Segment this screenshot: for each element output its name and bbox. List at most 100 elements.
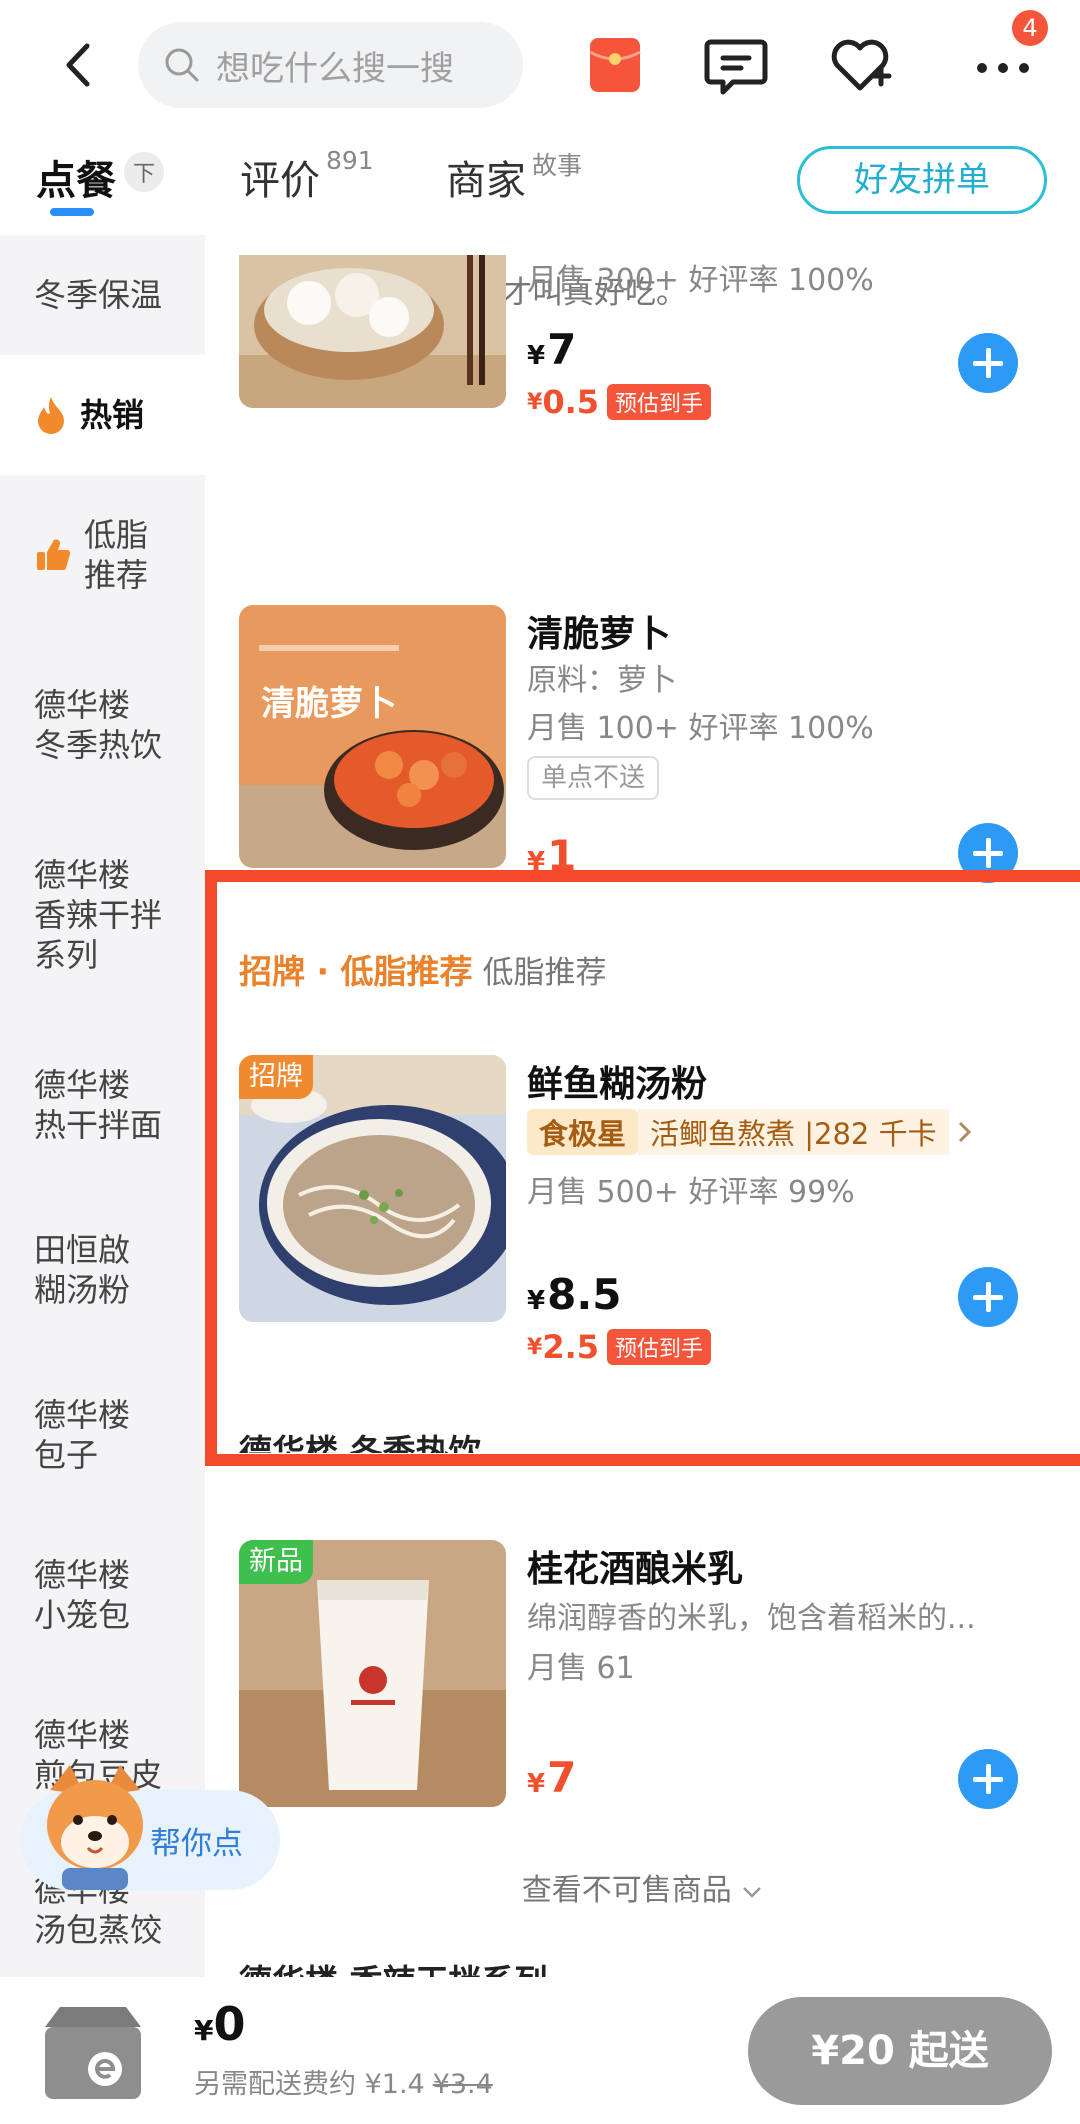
product-name: 鲜鱼糊汤粉	[527, 1064, 708, 1105]
tab-active-indicator	[50, 208, 94, 216]
delivery-fee-text: 另需配送费约 ¥1.4	[194, 2069, 425, 2100]
product-sales: 月售 300+ 好评率 100%	[527, 263, 874, 298]
red-packet-icon[interactable]	[582, 32, 648, 98]
category-sidebar: 冬季保温 热销 低脂推荐 德华楼 冬季热饮 德华楼 香辣干拌 系列 德华楼 热干…	[0, 235, 205, 1977]
shiba-mascot-icon	[47, 1765, 143, 1890]
search-placeholder: 想吃什么搜一搜	[216, 48, 454, 89]
sidebar-item-line: 热干拌面	[34, 1106, 163, 1144]
sidebar-item-line: 包子	[34, 1436, 99, 1474]
tab-order-label: 点餐	[36, 158, 116, 204]
sidebar-item-line: 德华楼	[34, 1396, 131, 1434]
sidebar-item-line: 田恒啟	[34, 1231, 131, 1269]
sidebar-item-line: 德华楼	[34, 1066, 131, 1104]
sidebar-item-hot[interactable]: 热销	[0, 355, 205, 475]
favorite-heart-icon[interactable]	[827, 32, 893, 98]
cart-box-icon[interactable]	[35, 1997, 151, 2107]
section-title: 招牌 · 低脂推荐	[239, 952, 473, 991]
product-image-radish[interactable]: 清脆萝卜	[239, 605, 506, 868]
section-desc: 低脂推荐	[482, 955, 607, 991]
sidebar-item-line: 小笼包	[34, 1596, 131, 1634]
notification-badge: 4	[1012, 10, 1048, 46]
sidebar-item-dehualou-spicy[interactable]: 德华楼 香辣干拌 系列	[0, 855, 205, 975]
food-star-text: 活鲫鱼熬煮 |282 千卡	[638, 1109, 949, 1155]
product-price-value: 8.5	[547, 1270, 622, 1319]
food-star-row[interactable]: 食极星 活鲫鱼熬煮 |282 千卡	[527, 1109, 975, 1155]
add-to-cart-button[interactable]	[958, 333, 1018, 393]
menu-content: 热销大家喜欢吃，才叫真好吃。 月售 300+ 好评率 100% ¥7 ¥0.5 …	[205, 235, 1080, 1977]
product-sales: 月售 500+ 好评率 99%	[527, 1175, 855, 1210]
sort-chip[interactable]: 下	[124, 152, 164, 192]
tab-reviews-label: 评价	[240, 158, 320, 204]
product-price-value: 7	[547, 1753, 577, 1802]
view-unavailable-label: 查看不可售商品	[521, 1873, 732, 1908]
sidebar-item-dehualou-winter-drinks[interactable]: 德华楼 冬季热饮	[0, 685, 205, 765]
sidebar-item-winter-warm[interactable]: 冬季保温	[0, 275, 205, 315]
product-price: ¥1	[527, 831, 577, 880]
back-arrow-icon[interactable]	[55, 40, 105, 90]
sidebar-item-lowfat[interactable]: 低脂推荐	[0, 515, 205, 595]
cart-total-value: 0	[213, 1997, 246, 2051]
section-spicy-header: 德华楼 香辣干拌系列	[239, 1955, 548, 1977]
sidebar-item-tianhengqi[interactable]: 田恒啟 糊汤粉	[0, 1230, 205, 1310]
sidebar-item-dehualou-noodles[interactable]: 德华楼 热干拌面	[0, 1065, 205, 1145]
delivery-fee: 另需配送费约 ¥1.4 ¥3.4	[194, 2062, 493, 2101]
estimated-tag: 预估到手	[607, 384, 712, 420]
product-desc: 绵润醇香的米乳，饱含着稻米的...	[527, 1601, 976, 1636]
min-order-button[interactable]: ¥20 起送	[748, 1997, 1052, 2105]
search-icon	[165, 48, 199, 82]
product-estimated-price: ¥0.5 预估到手	[527, 383, 712, 421]
product-sales: 月售 61	[527, 1651, 635, 1686]
tab-merchant-label: 商家	[446, 158, 526, 204]
cart-bar: ¥0 另需配送费约 ¥1.4 ¥3.4 ¥20 起送	[0, 1977, 1080, 2124]
sidebar-item-label: 热销	[80, 396, 145, 434]
product-name: 桂花酒酿米乳	[527, 1549, 744, 1590]
sidebar-item-line: 香辣干拌	[34, 896, 163, 934]
product-sales: 月售 100+ 好评率 100%	[527, 711, 874, 746]
radish-image-caption: 清脆萝卜	[261, 684, 397, 724]
section-title: 德华楼 香辣干拌系列	[239, 1962, 548, 1977]
food-star-chip: 食极星	[527, 1109, 639, 1155]
fire-icon	[38, 397, 64, 434]
message-icon[interactable]	[703, 32, 769, 98]
estimated-tag: 预估到手	[607, 1329, 712, 1365]
product-name: 清脆萝卜	[527, 614, 672, 655]
product-ingredient: 原料：萝卜	[527, 663, 677, 698]
top-bar: 想吃什么搜一搜 4	[0, 0, 1080, 130]
add-to-cart-button[interactable]	[958, 1749, 1018, 1809]
sidebar-item-dehualou-buns[interactable]: 德华楼 包子	[0, 1395, 205, 1475]
tab-order[interactable]: 点餐 下	[36, 148, 164, 206]
sidebar-item-line: 德华楼	[34, 686, 131, 724]
product-price-value: 7	[547, 325, 577, 374]
thumbs-up-icon	[37, 539, 71, 571]
sidebar-item-line: 德华楼	[34, 1716, 131, 1754]
tab-reviews[interactable]: 评价 891	[240, 146, 374, 206]
sidebar-item-line: 糊汤粉	[34, 1271, 131, 1309]
new-label: 新品	[239, 1540, 313, 1584]
product-price: ¥7	[527, 1753, 577, 1802]
single-no-delivery-tag: 单点不送	[527, 756, 660, 800]
product-price: ¥7	[527, 325, 577, 374]
section-title: 德华楼 冬季热饮	[239, 1432, 482, 1453]
product-price-value: 1	[547, 831, 577, 880]
friend-group-order-button[interactable]: 好友拼单	[797, 146, 1047, 214]
add-to-cart-button[interactable]	[958, 823, 1018, 883]
sidebar-item-label: 冬季保温	[34, 276, 163, 314]
sidebar-item-dehualou-xiaolongbao[interactable]: 德华楼 小笼包	[0, 1555, 205, 1635]
section-drinks-header: 德华楼 冬季热饮	[239, 1425, 482, 1453]
product-price: ¥8.5	[527, 1270, 622, 1319]
order-helper-label: 帮你点	[150, 1826, 243, 1862]
chevron-right-icon	[958, 1121, 971, 1143]
sidebar-item-line: 汤包蒸饺	[34, 1911, 163, 1949]
add-to-cart-button[interactable]	[958, 1267, 1018, 1327]
cart-total: ¥0	[194, 1997, 246, 2051]
estimated-price-value: 2.5	[542, 1328, 599, 1366]
sidebar-item-line: 冬季热饮	[34, 726, 163, 764]
search-input[interactable]: 想吃什么搜一搜	[138, 22, 523, 108]
view-unavailable-link[interactable]: 查看不可售商品	[205, 1865, 1080, 1909]
product-estimated-price: ¥2.5 预估到手	[527, 1328, 712, 1366]
delivery-fee-original: ¥3.4	[432, 2069, 493, 2100]
product-image-steamed-buns[interactable]	[239, 255, 506, 408]
order-helper-button[interactable]: 帮你点	[20, 1765, 280, 1890]
tab-merchant[interactable]: 商家 故事	[446, 148, 582, 206]
sidebar-item-line: 德华楼	[34, 1556, 131, 1594]
